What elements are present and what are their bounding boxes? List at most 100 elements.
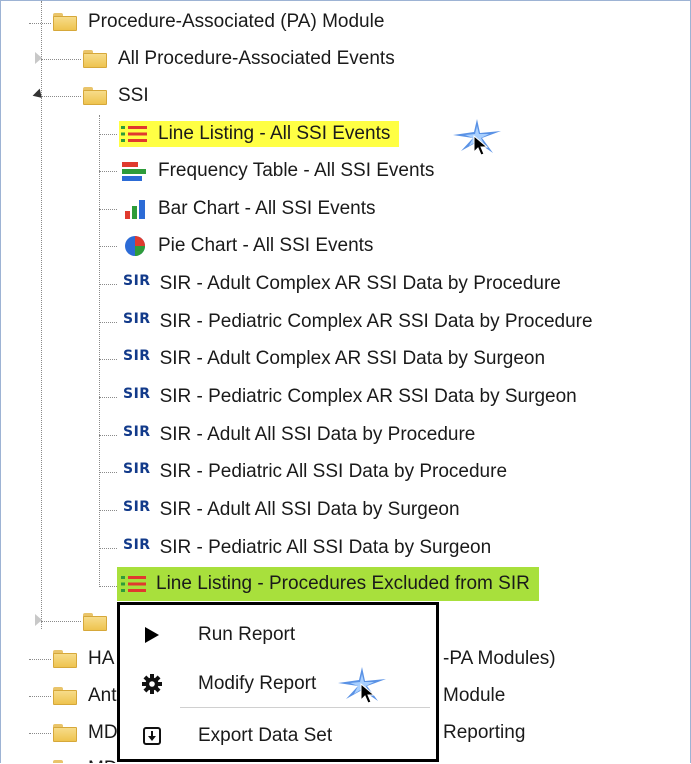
tree-folder-all-pa-events[interactable]: All Procedure-Associated Events <box>83 43 398 75</box>
report-line-listing-excluded[interactable]: Line Listing - Procedures Excluded from … <box>117 567 539 601</box>
tree-folder-ant[interactable]: Ant <box>53 680 120 712</box>
tree-connector <box>41 59 81 60</box>
line-listing-icon <box>117 573 147 595</box>
expand-arrow-icon[interactable] <box>35 52 42 64</box>
tree-connector <box>99 472 117 473</box>
sir-icon: SIR <box>123 348 151 364</box>
sir-icon: SIR <box>123 311 151 327</box>
folder-label: MD <box>88 722 118 743</box>
report-sir-pediatric-all-surgeon[interactable]: SIR SIR - Pediatric All SSI Data by Surg… <box>123 532 494 564</box>
tree-connector <box>99 435 117 436</box>
report-sir-pediatric-all-procedure[interactable]: SIR SIR - Pediatric All SSI Data by Proc… <box>123 456 510 488</box>
tree-connector <box>99 548 117 549</box>
sir-icon: SIR <box>123 461 151 477</box>
play-icon <box>136 626 168 644</box>
report-label: SIR - Pediatric Complex AR SSI Data by P… <box>159 311 593 332</box>
report-line-listing-all-ssi[interactable]: Line Listing - All SSI Events <box>119 118 400 150</box>
report-sir-adult-all-surgeon[interactable]: SIR SIR - Adult All SSI Data by Surgeon <box>123 494 463 526</box>
sir-icon: SIR <box>123 424 151 440</box>
tree-connector <box>29 659 51 660</box>
report-label: Line Listing - Procedures Excluded from … <box>156 573 530 594</box>
menu-separator <box>180 707 430 708</box>
sir-icon: SIR <box>123 537 151 553</box>
expand-arrow-icon[interactable] <box>35 614 42 626</box>
line-listing-icon <box>119 123 149 145</box>
folder-label: Procedure-Associated (PA) Module <box>88 11 385 32</box>
folder-icon <box>53 724 77 742</box>
report-label: SIR - Pediatric All SSI Data by Surgeon <box>159 537 492 558</box>
tree-connector <box>99 359 117 360</box>
tree-connector <box>99 322 117 323</box>
tree-connector <box>41 96 81 97</box>
report-sir-adult-complex-surgeon[interactable]: SIR SIR - Adult Complex AR SSI Data by S… <box>123 343 548 375</box>
tree-connector <box>41 621 81 622</box>
tree-connector <box>99 397 117 398</box>
report-sir-pediatric-complex-surgeon[interactable]: SIR SIR - Pediatric Complex AR SSI Data … <box>123 381 580 413</box>
tree-folder-md-2[interactable]: MD <box>53 753 121 763</box>
report-sir-pediatric-complex-procedure[interactable]: SIR SIR - Pediatric Complex AR SSI Data … <box>123 306 596 338</box>
gear-icon <box>136 673 168 695</box>
collapse-arrow-icon[interactable] <box>32 88 46 102</box>
report-label: Pie Chart - All SSI Events <box>158 235 374 256</box>
report-label: Line Listing - All SSI Events <box>158 123 391 144</box>
folder-label: All Procedure-Associated Events <box>118 48 395 69</box>
tree-connector <box>29 733 51 734</box>
menu-item-export-data-set[interactable]: Export Data Set <box>120 719 436 753</box>
tree-folder-partial[interactable] <box>83 606 115 638</box>
report-pie-chart-all-ssi[interactable]: Pie Chart - All SSI Events <box>119 230 376 262</box>
pie-chart-icon <box>119 235 149 257</box>
folder-icon <box>83 87 107 105</box>
sir-icon: SIR <box>123 273 151 289</box>
report-bar-chart-all-ssi[interactable]: Bar Chart - All SSI Events <box>119 193 379 225</box>
folder-icon <box>53 13 77 31</box>
report-tree-panel: Procedure-Associated (PA) Module All Pro… <box>0 0 691 763</box>
folder-icon <box>53 650 77 668</box>
folder-label: Ant <box>88 685 117 706</box>
report-label: Bar Chart - All SSI Events <box>158 198 376 219</box>
folder-label: SSI <box>118 85 149 106</box>
menu-item-label: Modify Report <box>198 673 317 694</box>
tree-connector <box>29 696 51 697</box>
mouse-pointer-icon <box>473 135 489 156</box>
tree-folder-md[interactable]: MD <box>53 717 121 749</box>
menu-item-label: Export Data Set <box>198 725 333 746</box>
tree-connector <box>99 115 100 587</box>
report-label: SIR - Adult All SSI Data by Surgeon <box>159 499 460 520</box>
tree-folder-ssi[interactable]: SSI <box>83 80 152 112</box>
folder-label-tail: -PA Modules) <box>443 648 556 669</box>
context-menu: Run Report Modify Report Export Data Set <box>117 602 439 762</box>
report-label: SIR - Pediatric Complex AR SSI Data by S… <box>159 386 577 407</box>
tree-folder-ha[interactable]: HA <box>53 643 117 675</box>
tree-connector <box>99 284 117 285</box>
folder-icon <box>53 760 77 763</box>
folder-icon <box>83 50 107 68</box>
report-label: SIR - Adult Complex AR SSI Data by Surge… <box>159 348 546 369</box>
report-label: SIR - Adult Complex AR SSI Data by Proce… <box>159 273 561 294</box>
report-frequency-table-all-ssi[interactable]: Frequency Table - All SSI Events <box>119 155 437 187</box>
bar-chart-icon <box>119 198 149 220</box>
tree-connector <box>99 134 117 135</box>
tree-connector <box>99 510 117 511</box>
tree-connector <box>29 23 51 24</box>
folder-label-tail: Reporting <box>443 722 526 743</box>
mouse-pointer-icon <box>360 683 376 704</box>
folder-label: MD <box>85 756 121 763</box>
folder-icon <box>53 687 77 705</box>
frequency-table-icon <box>119 160 149 182</box>
report-label: SIR - Pediatric All SSI Data by Procedur… <box>159 461 508 482</box>
report-sir-adult-all-procedure[interactable]: SIR SIR - Adult All SSI Data by Procedur… <box>123 419 478 451</box>
export-icon <box>136 726 168 746</box>
folder-icon <box>83 613 107 631</box>
menu-item-run-report[interactable]: Run Report <box>120 618 436 652</box>
report-label: Frequency Table - All SSI Events <box>158 160 435 181</box>
tree-connector <box>99 171 117 172</box>
report-sir-adult-complex-procedure[interactable]: SIR SIR - Adult Complex AR SSI Data by P… <box>123 268 564 300</box>
sir-icon: SIR <box>123 499 151 515</box>
tree-connector <box>99 209 117 210</box>
folder-label: HA <box>88 648 115 669</box>
sir-icon: SIR <box>123 386 151 402</box>
tree-folder-pa-module[interactable]: Procedure-Associated (PA) Module <box>53 6 387 38</box>
report-label: SIR - Adult All SSI Data by Procedure <box>159 424 476 445</box>
folder-label-tail: Module <box>443 685 506 706</box>
tree-connector <box>99 246 117 247</box>
